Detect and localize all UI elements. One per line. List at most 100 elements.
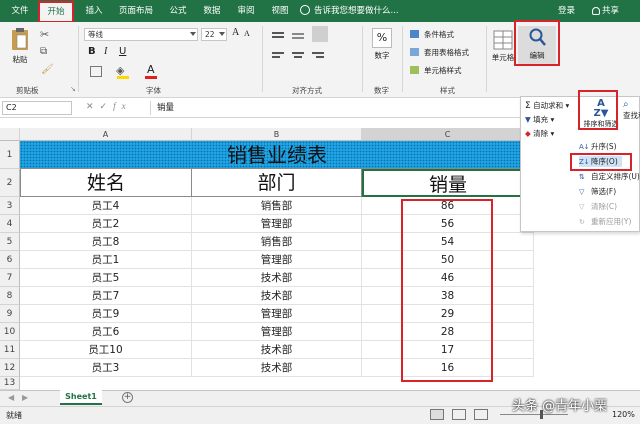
column-header-b[interactable]: B <box>192 128 362 141</box>
normal-view-icon[interactable] <box>430 409 444 420</box>
find-select-button[interactable]: ⌕查找和 <box>623 99 640 121</box>
cell-name[interactable]: 员工9 <box>20 305 192 323</box>
row-header[interactable]: 12 <box>0 359 20 377</box>
row-header[interactable]: 4 <box>0 215 20 233</box>
cell-name[interactable]: 员工5 <box>20 269 192 287</box>
column-header-c[interactable]: C <box>362 128 534 141</box>
cell-name[interactable]: 员工8 <box>20 233 192 251</box>
launcher-icon[interactable]: ↘ <box>70 85 76 93</box>
header-sales[interactable]: 销量 <box>362 169 534 197</box>
menu-item[interactable]: ▽ 清除(C) <box>579 201 617 212</box>
tab-formulas[interactable]: 公式 <box>164 0 192 22</box>
zoom-slider[interactable] <box>500 414 568 415</box>
menu-item-label: 筛选(F) <box>591 187 617 196</box>
cell-department[interactable]: 技术部 <box>192 269 362 287</box>
row-header[interactable]: 5 <box>0 233 20 251</box>
cell-department[interactable]: 管理部 <box>192 251 362 269</box>
cell-styles-button[interactable]: 单元格样式 <box>424 65 462 76</box>
tab-view[interactable]: 视图 <box>266 0 294 22</box>
format-painter-icon[interactable]: 🖌 <box>41 64 54 75</box>
scissors-icon[interactable]: ✂ <box>40 28 49 41</box>
sheet-title[interactable]: 销售业绩表 <box>20 141 534 169</box>
italic-button[interactable]: I <box>104 46 107 57</box>
cell-name[interactable]: 员工2 <box>20 215 192 233</box>
tab-page-layout[interactable]: 页面布局 <box>114 0 158 22</box>
lightbulb-icon <box>300 4 310 15</box>
border-icon[interactable] <box>90 66 102 77</box>
cell-department[interactable]: 销售部 <box>192 233 362 251</box>
cell-name[interactable]: 员工7 <box>20 287 192 305</box>
page-layout-view-icon[interactable] <box>452 409 466 420</box>
login-link[interactable]: 登录 <box>558 0 575 22</box>
underline-button[interactable]: U <box>119 46 126 57</box>
bold-button[interactable]: B <box>88 46 96 57</box>
cell-name[interactable]: 员工4 <box>20 197 192 215</box>
page-break-view-icon[interactable] <box>474 409 488 420</box>
cells-button[interactable]: 单元格 <box>490 30 516 63</box>
row-header[interactable]: 8 <box>0 287 20 305</box>
cell-department[interactable]: 管理部 <box>192 323 362 341</box>
conditional-format-button[interactable]: 条件格式 <box>424 29 454 40</box>
cell-name[interactable]: 员工6 <box>20 323 192 341</box>
tab-data[interactable]: 数据 <box>198 0 226 22</box>
font-name-combo[interactable]: 等线 <box>84 28 198 41</box>
cell-name[interactable]: 员工3 <box>20 359 192 377</box>
name-box[interactable]: C2 <box>2 101 72 115</box>
chevron-down-icon <box>190 32 196 36</box>
column-header-a[interactable]: A <box>20 128 192 141</box>
select-all-corner[interactable] <box>0 128 20 141</box>
clear-button[interactable]: ◆ 清除 ▾ <box>525 128 554 139</box>
cell-name[interactable]: 员工1 <box>20 251 192 269</box>
menu-item[interactable]: A↓升序(S) <box>579 141 617 152</box>
tell-me-box[interactable]: 告诉我您想要做什么... <box>300 0 399 22</box>
formula-icons[interactable]: ✕✓fx <box>86 101 132 112</box>
menu-item[interactable]: ▽ 筛选(F) <box>579 186 616 197</box>
sheet-tab-sheet1[interactable]: Sheet1 <box>60 390 102 405</box>
copy-icon[interactable]: ⧉ <box>40 46 47 57</box>
add-sheet-icon[interactable]: + <box>122 392 133 403</box>
number-format-button[interactable]: % 数字 <box>370 28 394 61</box>
fill-button[interactable]: ▼ 填充 ▾ <box>525 114 554 125</box>
cell-department[interactable]: 技术部 <box>192 359 362 377</box>
cell-department[interactable]: 技术部 <box>192 341 362 359</box>
format-as-table-button[interactable]: 套用表格格式 <box>424 47 469 58</box>
fill-down-icon: ▼ <box>525 115 531 124</box>
row-header[interactable]: 9 <box>0 305 20 323</box>
tab-insert[interactable]: 插入 <box>80 0 108 22</box>
font-color-icon[interactable]: A <box>147 63 155 76</box>
font-size-combo[interactable]: 22 <box>201 28 227 41</box>
cell-name[interactable]: 员工10 <box>20 341 192 359</box>
menu-item[interactable]: ⇅ 自定义排序(U)... <box>579 171 640 182</box>
cell-department[interactable]: 管理部 <box>192 215 362 233</box>
cell-department[interactable]: 技术部 <box>192 287 362 305</box>
formula-input[interactable]: 销量 <box>150 101 520 115</box>
row-header[interactable]: 11 <box>0 341 20 359</box>
cell-department[interactable]: 销售部 <box>192 197 362 215</box>
menu-item[interactable]: ↻ 重新应用(Y) <box>579 216 631 227</box>
cell-department[interactable]: 管理部 <box>192 305 362 323</box>
row-header[interactable]: 10 <box>0 323 20 341</box>
tab-review[interactable]: 审阅 <box>232 0 260 22</box>
row-header[interactable]: 3 <box>0 197 20 215</box>
row-header[interactable]: 13 <box>0 377 20 390</box>
middle-align-button[interactable] <box>312 26 328 42</box>
next-sheet-icon[interactable]: ▶ <box>22 393 28 402</box>
share-button[interactable]: 共享 <box>592 0 619 22</box>
tab-file[interactable]: 文件 <box>6 0 34 22</box>
tell-me-text: 告诉我您想要做什么... <box>314 6 399 16</box>
header-name[interactable]: 姓名 <box>20 169 192 197</box>
paste-button[interactable]: 粘贴 <box>6 26 34 65</box>
zoom-level[interactable]: 120% <box>612 410 635 419</box>
grow-font-icon[interactable]: A <box>232 27 239 38</box>
row-header[interactable]: 7 <box>0 269 20 287</box>
row-header[interactable]: 2 <box>0 169 20 197</box>
shrink-font-icon[interactable]: A <box>244 29 250 38</box>
row-header[interactable]: 1 <box>0 141 20 169</box>
sales-values-highlight <box>401 199 493 382</box>
autosum-button[interactable]: Σ 自动求和 ▾ <box>525 100 569 111</box>
prev-sheet-icon[interactable]: ◀ <box>8 393 14 402</box>
title-tab-bar: 文件 开始 插入 页面布局 公式 数据 审阅 视图 告诉我您想要做什么... 登… <box>0 0 640 22</box>
row-header[interactable]: 6 <box>0 251 20 269</box>
number-group-label: 数字 <box>374 86 389 95</box>
header-department[interactable]: 部门 <box>192 169 362 197</box>
